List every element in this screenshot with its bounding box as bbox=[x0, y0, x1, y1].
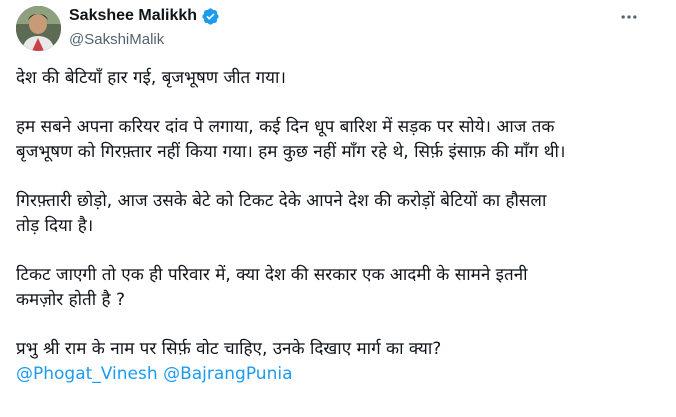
tweet-card: Sakshee Malikkh @SakshiMalik देश की बेटि… bbox=[0, 0, 676, 417]
tweet-line: तोड़ दिया है। bbox=[16, 216, 94, 236]
tweet-text: देश की बेटियाँ हार गई, बृजभूषण जीत गया। … bbox=[16, 58, 666, 387]
author-handle[interactable]: @SakshiMalik bbox=[69, 31, 220, 48]
tweet-paragraph-2: हम सबने अपना करियर दांव पे लगाया, कई दिन… bbox=[16, 115, 666, 165]
tweet-line: देश की बेटियाँ हार गई, बृजभूषण जीत गया। bbox=[16, 68, 286, 88]
tweet-mentions: @Phogat_Vinesh @BajrangPunia bbox=[16, 362, 666, 387]
author-info: Sakshee Malikkh @SakshiMalik bbox=[69, 6, 220, 48]
more-options-button[interactable] bbox=[612, 6, 646, 28]
tweet-paragraph-1: देश की बेटियाँ हार गई, बृजभूषण जीत गया। bbox=[16, 66, 666, 91]
tweet-line: बृजभूषण को गिरफ़्तार नहीं किया गया। हम क… bbox=[16, 142, 566, 162]
tweet-paragraph-4: टिकट जाएगी तो एक ही परिवार में, क्या देश… bbox=[16, 263, 666, 313]
tweet-line: प्रभु श्री राम के नाम पर सिर्फ़ वोट चाहि… bbox=[16, 339, 442, 359]
tweet-line: हम सबने अपना करियर दांव पे लगाया, कई दिन… bbox=[16, 117, 555, 137]
tweet-line: टिकट जाएगी तो एक ही परिवार में, क्या देश… bbox=[16, 265, 528, 285]
tweet-paragraph-3: गिरफ़्तारी छोड़ो, आज उसके बेटे को टिकट द… bbox=[16, 189, 666, 239]
mention-link-phogat-vinesh[interactable]: @Phogat_Vinesh bbox=[16, 364, 158, 384]
author-display-name[interactable]: Sakshee Malikkh bbox=[69, 7, 197, 25]
verified-check-icon bbox=[201, 7, 220, 26]
avatar[interactable] bbox=[16, 6, 61, 51]
tweet-paragraph-5: प्रभु श्री राम के नाम पर सिर्फ़ वोट चाहि… bbox=[16, 337, 666, 362]
more-horizontal-icon bbox=[621, 15, 637, 19]
tweet-line: गिरफ़्तारी छोड़ो, आज उसके बेटे को टिकट द… bbox=[16, 191, 547, 211]
tweet-line: कमज़ोर होती है ? bbox=[16, 290, 125, 310]
mention-link-bajrang-punia[interactable]: @BajrangPunia bbox=[163, 364, 292, 384]
avatar-image bbox=[16, 6, 61, 51]
